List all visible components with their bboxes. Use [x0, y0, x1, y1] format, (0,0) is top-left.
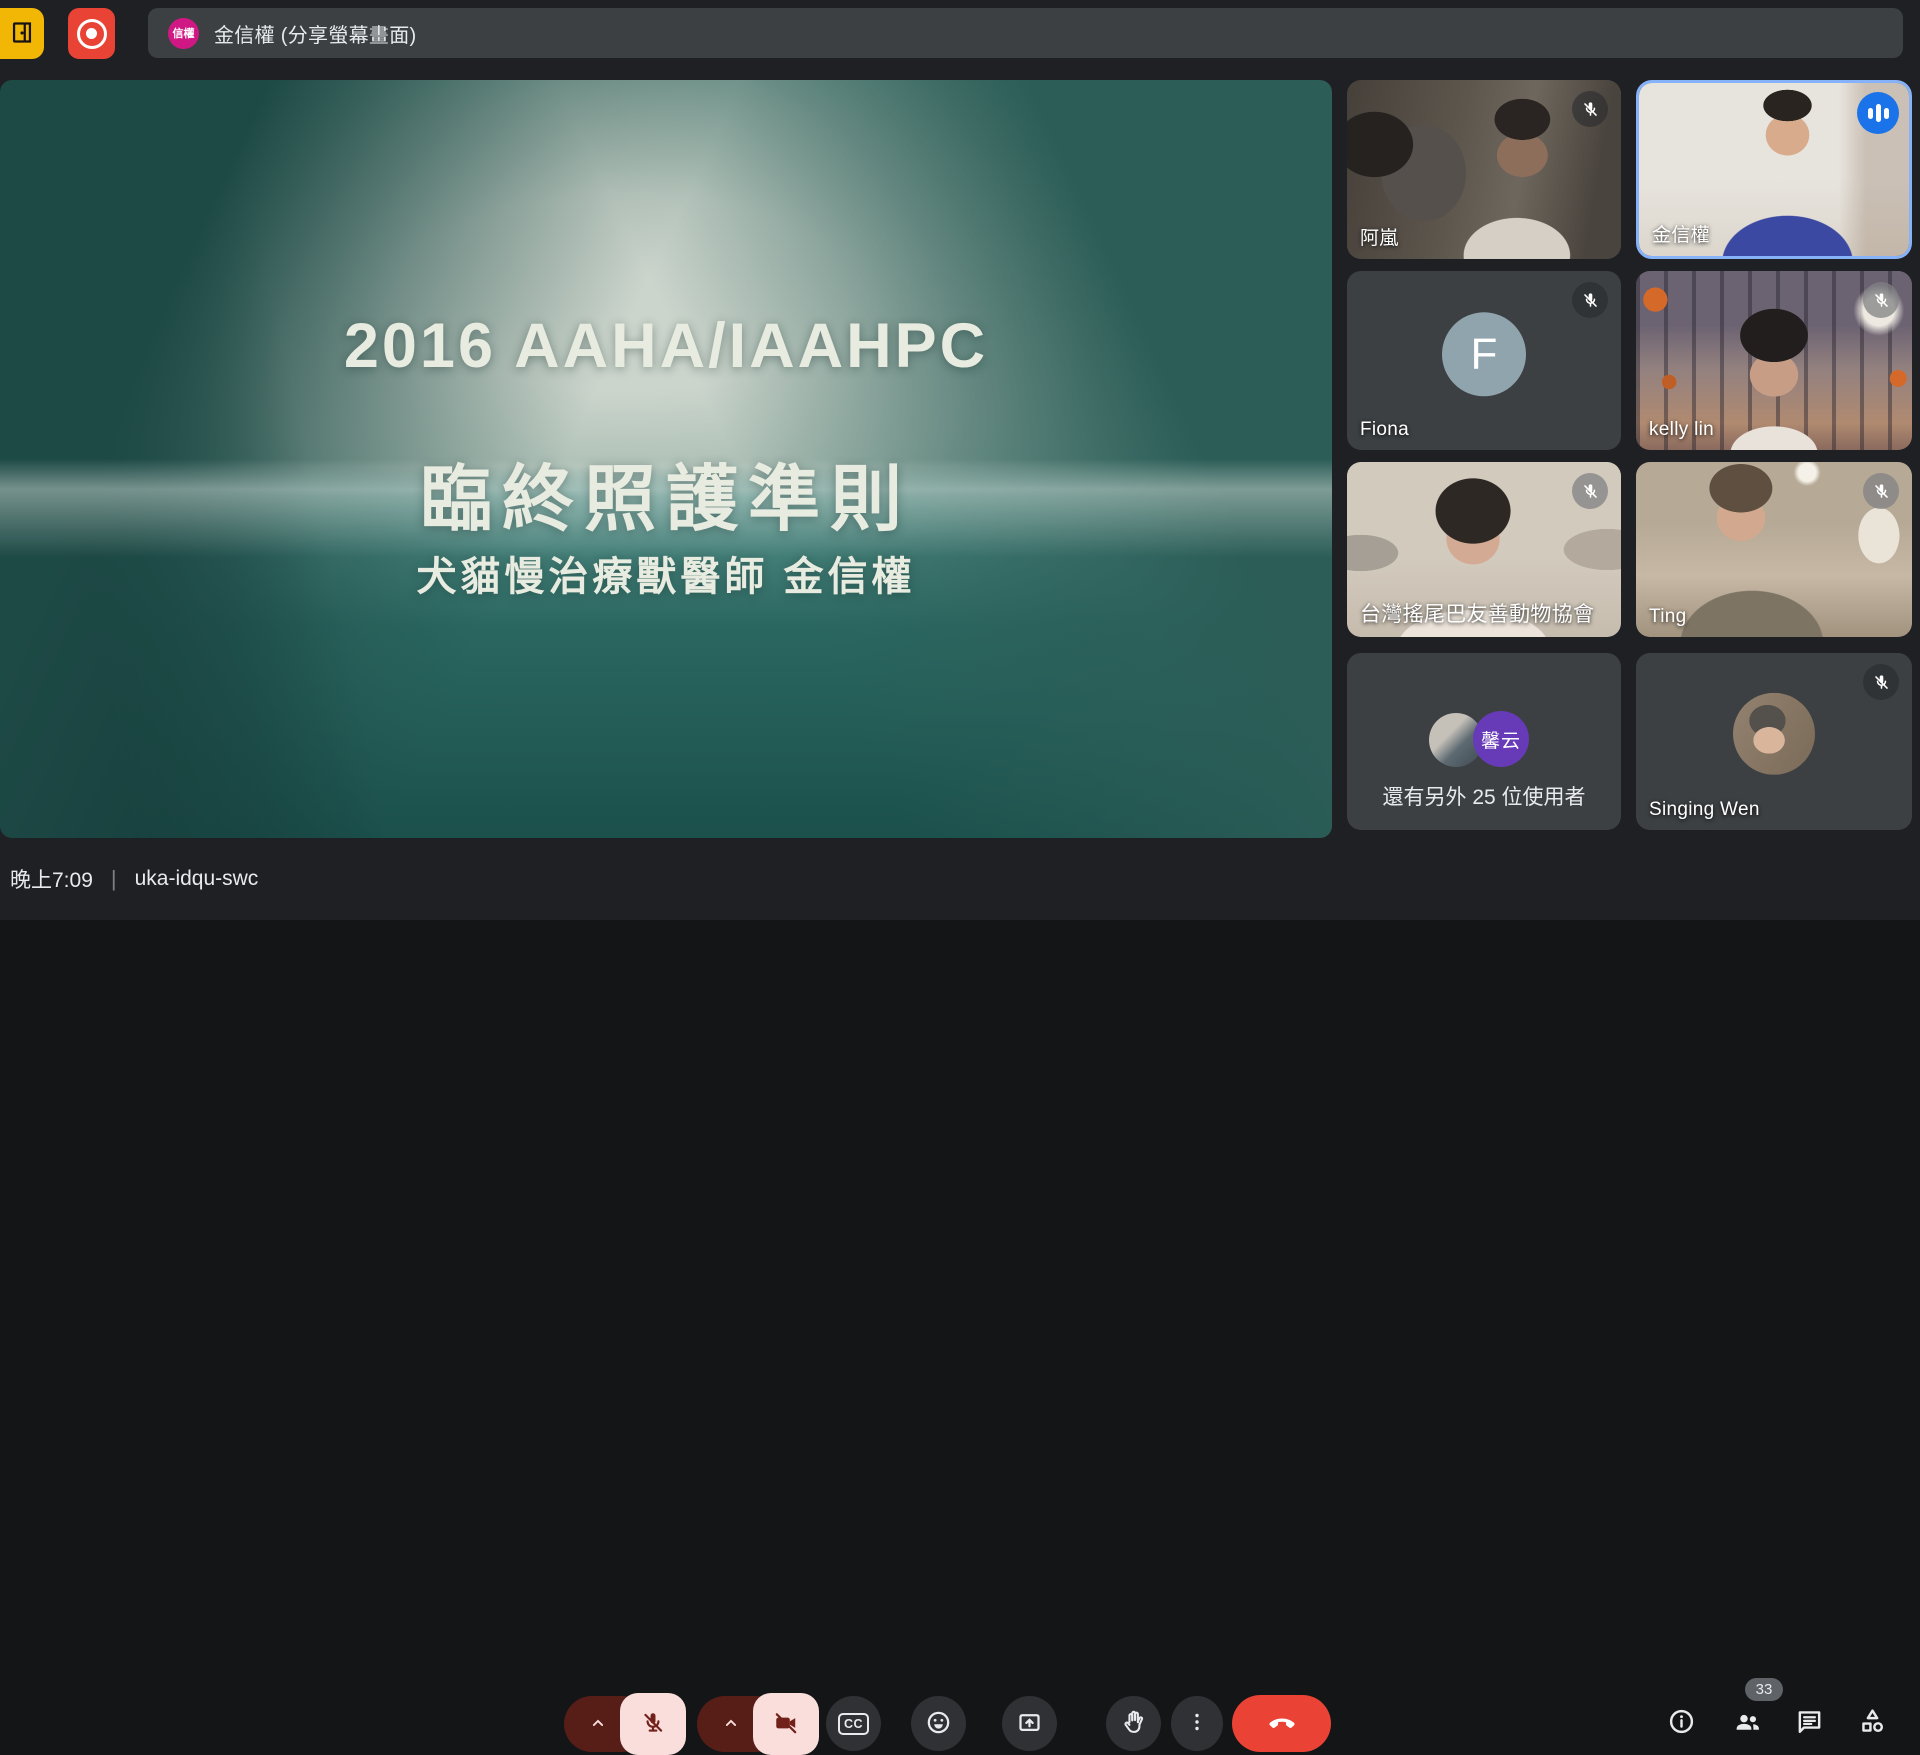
camera-control-group [697, 1693, 819, 1755]
meeting-info: 晚上7:09 | uka-idqu-swc [10, 838, 258, 920]
bottom-bar: 晚上7:09 | uka-idqu-swc [0, 838, 1920, 920]
recording-indicator [68, 8, 115, 59]
participant-name: 阿嵐 [1360, 223, 1399, 250]
participant-tile-kelly[interactable]: kelly lin [1636, 271, 1912, 450]
avatar: F [1442, 312, 1526, 396]
participant-name: Ting [1649, 606, 1686, 628]
door-exit-button[interactable] [0, 8, 44, 59]
present-screen-button[interactable] [1002, 1696, 1057, 1751]
activities-icon [1857, 1706, 1888, 1740]
chat-icon [1795, 1707, 1824, 1739]
participant-tile-overflow[interactable]: 馨云 還有另外 25 位使用者 [1347, 653, 1621, 830]
people-icon [1732, 1706, 1763, 1740]
overflow-avatars: 馨云 [1429, 711, 1539, 767]
reactions-button[interactable] [911, 1696, 966, 1751]
participant-tile-tw-assoc[interactable]: 台灣搖尾巴友善動物協會 [1347, 462, 1621, 637]
activities-button[interactable] [1856, 1707, 1888, 1739]
mic-control-group [564, 1693, 686, 1755]
emoji-icon [925, 1709, 952, 1739]
participant-name: kelly lin [1649, 419, 1714, 441]
camera-off-icon [773, 1710, 799, 1739]
captions-button[interactable]: CC [826, 1696, 881, 1751]
chat-button[interactable] [1793, 1707, 1825, 1739]
audio-level-icon [1857, 92, 1899, 134]
avatar [1733, 692, 1815, 774]
chevron-up-icon [588, 1713, 608, 1736]
presenter-avatar: 信權 [168, 18, 199, 49]
mic-off-icon [640, 1710, 666, 1739]
overflow-count-label: 還有另外 25 位使用者 [1347, 781, 1621, 811]
divider: | [111, 866, 117, 892]
presenter-title: 金信權 (分享螢幕畫面) [214, 19, 416, 48]
mic-off-icon [1572, 91, 1608, 127]
meet-window: 信權 金信權 (分享螢幕畫面) 2016 AAHA/IAAHPC 臨終照護準則 … [0, 0, 1920, 920]
record-indicator-icon [77, 19, 107, 49]
mic-off-icon [1863, 473, 1899, 509]
participant-name: 台灣搖尾巴友善動物協會 [1360, 598, 1594, 628]
slide-subtitle: 犬貓慢治療獸醫師 金信權 [0, 544, 1332, 602]
raise-hand-icon [1121, 1709, 1147, 1738]
mic-off-icon [1863, 664, 1899, 700]
meeting-details-button[interactable] [1665, 1707, 1697, 1739]
slide-title-line2: 臨終照護準則 [0, 440, 1332, 545]
participants-button[interactable] [1731, 1707, 1763, 1739]
info-icon [1667, 1707, 1696, 1739]
shared-screen-tile[interactable]: 2016 AAHA/IAAHPC 臨終照護準則 犬貓慢治療獸醫師 金信權 [0, 80, 1332, 838]
mic-off-icon [1863, 282, 1899, 318]
chevron-up-icon [721, 1713, 741, 1736]
raise-hand-button[interactable] [1106, 1696, 1161, 1751]
meeting-code: uka-idqu-swc [135, 867, 259, 891]
mic-off-icon [1572, 282, 1608, 318]
more-options-button[interactable] [1171, 1696, 1223, 1751]
participant-tile-fiona[interactable]: F Fiona [1347, 271, 1621, 450]
present-icon [1016, 1709, 1043, 1739]
door-exit-icon [9, 19, 36, 49]
participant-tile-ting[interactable]: Ting [1636, 462, 1912, 637]
slide-title-line1: 2016 AAHA/IAAHPC [0, 310, 1332, 382]
camera-off-button[interactable] [753, 1693, 819, 1755]
end-call-icon [1265, 1705, 1299, 1742]
clock-time: 晚上7:09 [10, 864, 93, 894]
participant-tile-singing-wen[interactable]: Singing Wen [1636, 653, 1912, 830]
mic-off-icon [1572, 473, 1608, 509]
more-options-icon [1185, 1710, 1209, 1737]
participant-tile-alan[interactable]: 阿嵐 [1347, 80, 1621, 259]
top-bar: 信權 金信權 (分享螢幕畫面) [0, 0, 1920, 66]
participant-tile-jin[interactable]: 金信權 [1636, 80, 1912, 259]
presenter-chip[interactable]: 信權 金信權 (分享螢幕畫面) [148, 8, 1903, 58]
participant-count-badge: 33 [1745, 1678, 1783, 1701]
end-call-button[interactable] [1232, 1695, 1331, 1752]
avatar: 馨云 [1473, 711, 1529, 767]
mic-mute-button[interactable] [620, 1693, 686, 1755]
participant-name: Singing Wen [1649, 799, 1760, 821]
participant-name: Fiona [1360, 419, 1409, 441]
participant-name: 金信權 [1652, 220, 1710, 247]
captions-icon: CC [838, 1713, 869, 1735]
